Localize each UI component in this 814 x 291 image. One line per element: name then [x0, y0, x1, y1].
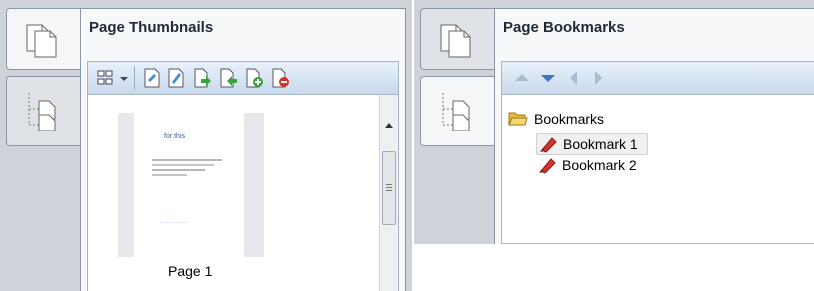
move-up-button[interactable] [512, 68, 532, 88]
thumbnail-size-dropdown[interactable] [118, 68, 130, 88]
tab-thumbnails[interactable] [6, 8, 80, 70]
toolbar-separator [134, 66, 135, 90]
bookmark-label: Bookmark 2 [562, 157, 637, 173]
move-down-button[interactable] [538, 68, 558, 88]
bookmark-label: Bookmark 1 [563, 136, 638, 152]
page-add-icon [246, 68, 263, 88]
thumbnail-size-icon [97, 70, 113, 85]
bookmarks-content: Page Bookmarks Bookmarks Bookmark 1 Book… [494, 8, 814, 244]
page-delete-icon [272, 68, 289, 88]
move-left-button[interactable] [564, 68, 584, 88]
page-extract-button[interactable] [218, 68, 238, 88]
bookmarks-panel: Page Bookmarks Bookmarks Bookmark 1 Book… [414, 0, 814, 244]
page-add-button[interactable] [244, 68, 264, 88]
thumbnails-content: Page Thumbnails for this ............ Pa… [80, 8, 406, 291]
scroll-up-arrow-icon [385, 123, 393, 128]
thumbnail-size-button[interactable] [96, 68, 116, 88]
folder-icon [508, 112, 528, 126]
move-down-icon [541, 75, 555, 82]
move-right-icon [595, 71, 602, 85]
pages-icon [26, 24, 57, 58]
bookmark-tree-icon [442, 93, 470, 131]
page-pen-icon [168, 68, 184, 88]
move-left-icon [570, 71, 577, 85]
page-insert-icon [194, 68, 211, 88]
thumbnail-doc-title: for this [164, 133, 186, 140]
thumbnail-label: Page 1 [168, 263, 213, 279]
bookmark-item[interactable]: Bookmark 1 [536, 133, 648, 155]
page-delete-button[interactable] [270, 68, 290, 88]
page-edit-icon [144, 68, 160, 88]
vertical-scrollbar[interactable] [379, 95, 398, 291]
thumbnail-list: for this ............ Page 1 [87, 95, 399, 291]
bookmarks-panel-tabs [414, 0, 494, 244]
panel-title: Page Bookmarks [503, 19, 625, 36]
page-thumbnail[interactable]: for this ............ [118, 113, 264, 257]
bookmark-icon [539, 158, 556, 174]
thumbnails-toolbar [87, 61, 399, 95]
tab-bookmarks[interactable] [6, 76, 80, 146]
tab-bookmarks[interactable] [420, 76, 494, 146]
panel-title: Page Thumbnails [89, 19, 214, 36]
bookmark-tree: Bookmarks Bookmark 1 Bookmark 2 [501, 95, 814, 244]
bookmark-icon [540, 137, 557, 153]
thumbnails-panel-tabs [0, 0, 80, 291]
move-right-button[interactable] [588, 68, 608, 88]
bookmark-tree-icon [28, 93, 56, 131]
thumbnail-page: for this ............ [134, 113, 244, 257]
bookmarks-toolbar [501, 61, 814, 95]
pages-icon [440, 24, 471, 58]
dropdown-arrow-icon [120, 77, 128, 81]
scroll-thumb[interactable] [382, 151, 396, 225]
page-insert-button[interactable] [192, 68, 212, 88]
page-edit-button[interactable] [142, 68, 162, 88]
tab-thumbnails[interactable] [420, 8, 494, 70]
thumbnails-panel: Page Thumbnails for this ............ Pa… [0, 0, 412, 291]
page-pen-button[interactable] [166, 68, 186, 88]
bookmark-root-label: Bookmarks [534, 111, 605, 127]
move-up-icon [515, 74, 529, 81]
page-extract-icon [220, 68, 237, 88]
thumbnail-text-block [152, 159, 222, 176]
thumbnail-link: ............ [160, 219, 189, 225]
